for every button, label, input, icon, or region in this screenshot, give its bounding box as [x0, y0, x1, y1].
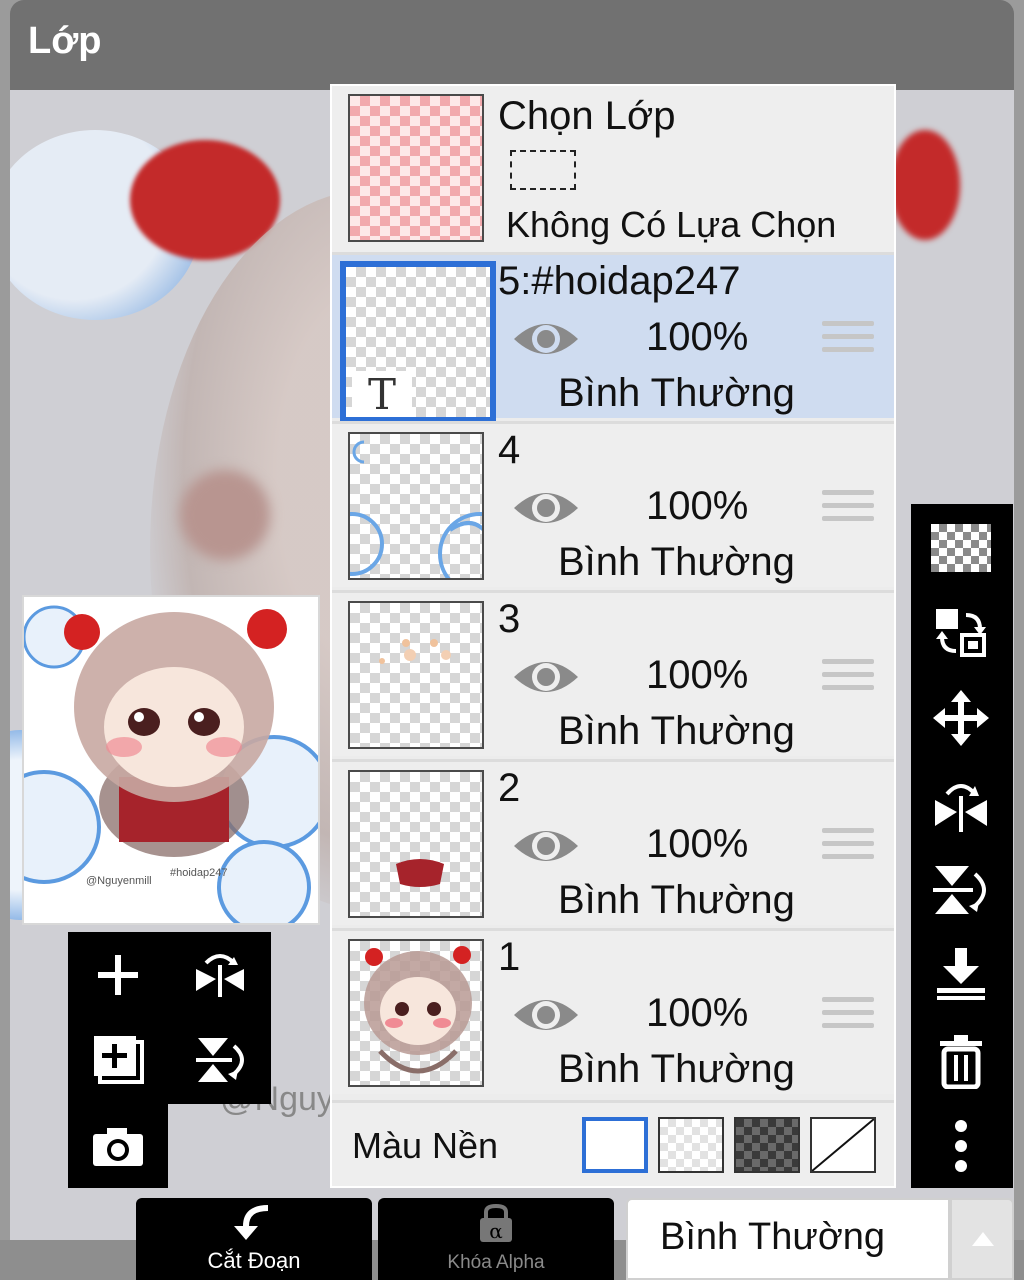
drag-handle-icon[interactable] — [822, 321, 874, 357]
alpha-lock-label: Khóa Alpha — [447, 1252, 545, 1273]
drag-handle-icon[interactable] — [822, 490, 874, 526]
camera-icon[interactable] — [88, 1118, 148, 1174]
layer-opacity[interactable]: 100% — [646, 653, 748, 698]
merge-down-icon[interactable] — [929, 944, 993, 1004]
selection-layer-row[interactable]: Chọn Lớp Không Có Lựa Chọn — [332, 86, 894, 252]
background-white-swatch[interactable] — [582, 1117, 648, 1173]
eye-icon[interactable] — [510, 822, 582, 870]
layer-row-1[interactable]: 1 100% Bình Thường — [332, 928, 894, 1094]
trash-icon[interactable] — [929, 1030, 993, 1092]
clip-label: Cắt Đoạn — [207, 1248, 301, 1273]
layer-opacity[interactable]: 100% — [646, 315, 748, 360]
eye-icon[interactable] — [510, 484, 582, 532]
layer-blend-mode: Bình Thường — [558, 878, 795, 922]
title-bar: Lớp — [10, 0, 1014, 90]
layer-row-3[interactable]: 3 100% Bình Thường — [332, 590, 894, 756]
eye-icon[interactable] — [510, 653, 582, 701]
flip-vertical-icon[interactable] — [929, 860, 993, 920]
background-color-row: Màu Nền — [332, 1100, 894, 1186]
canvas-preview[interactable]: @Nguyenmill #hoidap247 — [22, 595, 320, 925]
layer-blend-mode: Bình Thường — [558, 371, 795, 415]
checker-icon[interactable] — [929, 522, 993, 574]
layer-blend-mode: Bình Thường — [558, 1047, 795, 1091]
background-transparent-light-swatch[interactable] — [658, 1117, 724, 1173]
selection-title: Chọn Lớp — [498, 94, 676, 138]
layer-row-4[interactable]: 4 100% Bình Thường — [332, 421, 894, 587]
flip-horizontal-icon[interactable] — [188, 945, 252, 1005]
chevron-up-icon — [972, 1232, 994, 1246]
preview-watermark-right: #hoidap247 — [170, 867, 228, 879]
blend-mode-value: Bình Thường — [660, 1216, 886, 1258]
layer-opacity[interactable]: 100% — [646, 822, 748, 867]
add-layer-icon[interactable] — [88, 945, 148, 1005]
background-color-label: Màu Nền — [352, 1125, 499, 1166]
layer-blend-mode: Bình Thường — [558, 540, 795, 584]
flip-horizontal-icon[interactable] — [929, 774, 993, 838]
blend-mode-dropdown-button[interactable] — [950, 1198, 1014, 1280]
svg-text:α: α — [489, 1219, 503, 1243]
clip-arrow-icon — [234, 1205, 269, 1240]
layer-opacity[interactable]: 100% — [646, 991, 748, 1036]
drag-handle-icon[interactable] — [822, 828, 874, 864]
alpha-lock-icon: α — [480, 1204, 512, 1243]
layer-right-toolbar — [911, 504, 1013, 1188]
move-icon[interactable] — [929, 690, 993, 746]
cheek-decoration — [180, 470, 270, 560]
layers-panel: Chọn Lớp Không Có Lựa Chọn T 5:#hoidap24… — [330, 84, 896, 1188]
duplicate-layer-icon[interactable] — [88, 1030, 148, 1090]
eye-icon[interactable] — [510, 991, 582, 1039]
drag-handle-icon[interactable] — [822, 997, 874, 1033]
background-none-swatch[interactable] — [810, 1117, 876, 1173]
layer-thumbnail: T — [340, 261, 496, 423]
preview-watermark-left: @Nguyenmill — [86, 875, 152, 887]
eye-icon[interactable] — [510, 315, 582, 363]
alpha-lock-button[interactable]: α Khóa Alpha — [378, 1198, 614, 1280]
layer-name: 5:#hoidap247 — [498, 259, 741, 303]
layer-name: 2 — [498, 766, 521, 810]
layer-blend-mode: Bình Thường — [558, 709, 795, 753]
marquee-icon — [510, 150, 576, 190]
layer-thumbnail — [348, 939, 484, 1087]
layer-name: 3 — [498, 597, 521, 641]
layer-thumbnail — [348, 601, 484, 749]
swap-layer-icon[interactable] — [929, 604, 993, 660]
selection-status: Không Có Lựa Chọn — [506, 204, 837, 245]
layer-opacity[interactable]: 100% — [646, 484, 748, 529]
drag-handle-icon[interactable] — [822, 659, 874, 695]
background-transparent-dark-swatch[interactable] — [734, 1117, 800, 1173]
layer-row-2[interactable]: 2 100% Bình Thường — [332, 759, 894, 925]
more-icon[interactable] — [929, 1116, 993, 1176]
selection-thumbnail — [348, 94, 484, 242]
layer-name: 4 — [498, 428, 521, 472]
blend-mode-select[interactable]: Bình Thường — [626, 1198, 950, 1280]
flip-vertical-icon[interactable] — [188, 1030, 252, 1090]
layer-thumbnail — [348, 432, 484, 580]
page-title: Lớp — [28, 20, 102, 62]
layer-thumbnail — [348, 770, 484, 918]
layer-row-5[interactable]: T 5:#hoidap247 100% Bình Thường — [332, 252, 894, 423]
layer-name: 1 — [498, 935, 521, 979]
text-layer-icon: T — [352, 371, 412, 417]
clip-button[interactable]: Cắt Đoạn — [136, 1198, 372, 1280]
flower-decoration — [890, 130, 960, 240]
